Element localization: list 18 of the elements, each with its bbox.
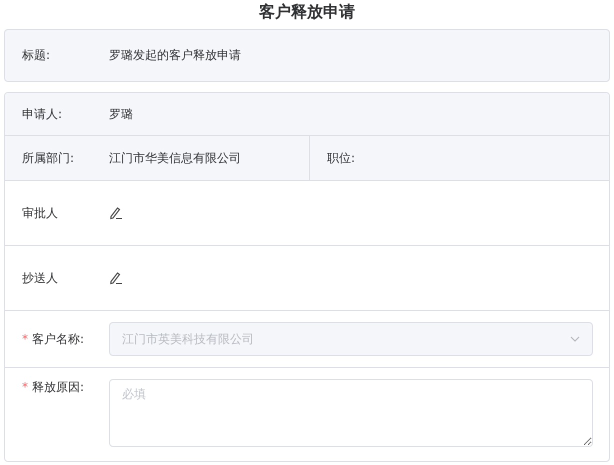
reason-field[interactable]: 必填	[109, 379, 593, 447]
field-label: 申请人:	[21, 106, 64, 122]
pencil-icon[interactable]	[109, 271, 123, 285]
page-title: 客户释放申请	[258, 1, 356, 23]
field-label: 抄送人	[21, 270, 59, 286]
field-value: 罗璐	[109, 106, 133, 122]
field-label: 所属部门:	[21, 150, 76, 166]
field-label: 标题:	[21, 47, 52, 64]
required-mark: *	[22, 380, 28, 394]
field-value: 江门市华美信息有限公司	[109, 150, 241, 166]
chevron-down-icon	[570, 336, 580, 342]
field-label: 释放原因:	[32, 380, 84, 394]
field-value: 罗璐发起的客户释放申请	[109, 47, 241, 64]
field-label: 客户名称:	[32, 332, 84, 346]
pencil-icon[interactable]	[109, 206, 123, 220]
field-label: 职位:	[326, 150, 356, 166]
required-mark: *	[22, 332, 28, 346]
field-label: 审批人	[21, 204, 59, 222]
